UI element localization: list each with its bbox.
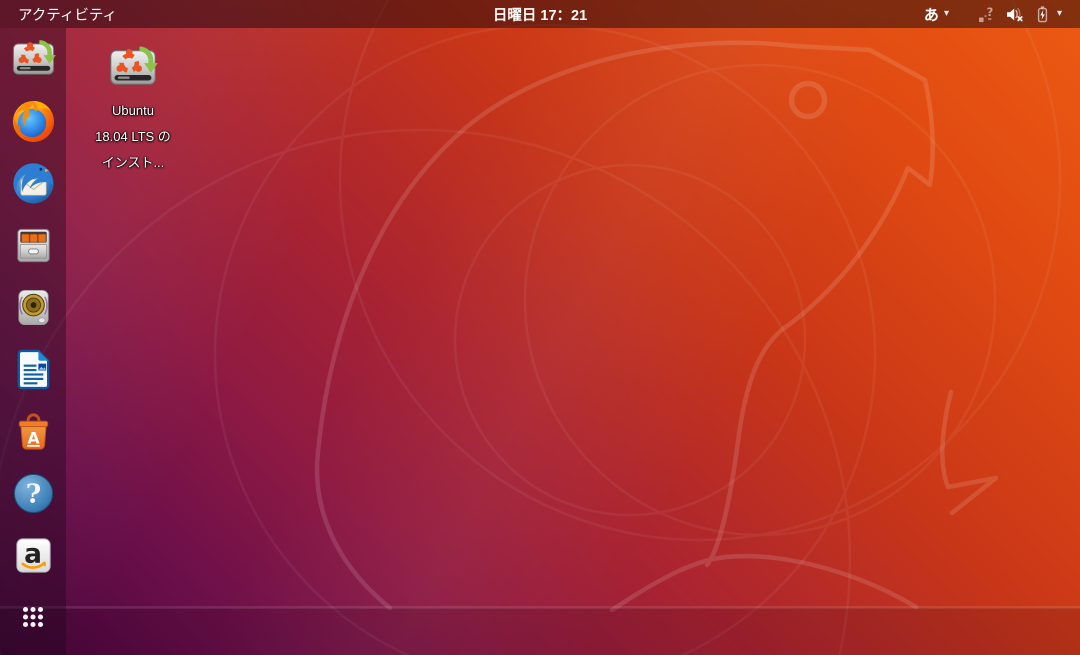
svg-text:a: a xyxy=(24,538,42,569)
ubuntu-desktop: アクティビティ 日曜日 17：21 あ ▾ ? xyxy=(0,0,1080,655)
amazon-icon: a xyxy=(10,532,57,579)
dock-item-show-applications[interactable] xyxy=(2,586,64,648)
wallpaper-ground-shade xyxy=(0,608,1080,655)
battery-charging-icon xyxy=(1033,5,1052,24)
system-menu-button[interactable]: ? xyxy=(969,5,1070,24)
dock-item-firefox[interactable] xyxy=(2,90,64,152)
dock-item-help[interactable]: ? xyxy=(2,462,64,524)
system-status-icons: ? xyxy=(977,5,1052,24)
dock-item-rhythmbox[interactable] xyxy=(2,276,64,338)
ubuntu-software-icon: A xyxy=(10,408,57,455)
chevron-down-icon: ▾ xyxy=(944,9,949,19)
input-method-label: あ xyxy=(924,4,939,25)
activities-button[interactable]: アクティビティ xyxy=(10,0,125,28)
libreoffice-writer-icon xyxy=(10,346,57,393)
help-icon: ? xyxy=(10,470,57,517)
topbar-right-section: あ ▾ ? xyxy=(916,4,1070,25)
chevron-down-icon: ▾ xyxy=(1057,9,1062,19)
thunderbird-icon xyxy=(10,160,57,207)
network-unknown-icon: ? xyxy=(977,5,996,24)
desktop-icon-ubuntu-installer[interactable]: Ubuntu 18.04 LTS の インスト... xyxy=(83,42,183,176)
dock-item-libreoffice-writer[interactable] xyxy=(2,338,64,400)
dock-item-amazon[interactable]: a xyxy=(2,524,64,586)
rhythmbox-icon xyxy=(10,284,57,331)
dock-item-thunderbird[interactable] xyxy=(2,152,64,214)
dock-item-ubuntu-software[interactable]: A xyxy=(2,400,64,462)
firefox-icon xyxy=(10,98,57,145)
input-method-button[interactable]: あ ▾ xyxy=(916,4,957,25)
svg-text:?: ? xyxy=(25,478,40,509)
ubuntu-installer-icon xyxy=(107,42,159,94)
dock: A ? a xyxy=(0,28,66,655)
svg-text:?: ? xyxy=(987,5,994,19)
dock-item-ubuntu-installer[interactable] xyxy=(2,28,64,90)
desktop-icon-label: Ubuntu 18.04 LTS の インスト... xyxy=(95,98,171,176)
dock-item-files[interactable] xyxy=(2,214,64,276)
volume-muted-icon xyxy=(1005,5,1024,24)
files-icon xyxy=(10,222,57,269)
top-bar: アクティビティ 日曜日 17：21 あ ▾ ? xyxy=(0,0,1080,28)
svg-text:A: A xyxy=(27,428,40,447)
ubuntu-installer-icon xyxy=(10,36,57,83)
show-applications-icon xyxy=(15,599,51,635)
clock-button[interactable]: 日曜日 17：21 xyxy=(485,0,595,28)
